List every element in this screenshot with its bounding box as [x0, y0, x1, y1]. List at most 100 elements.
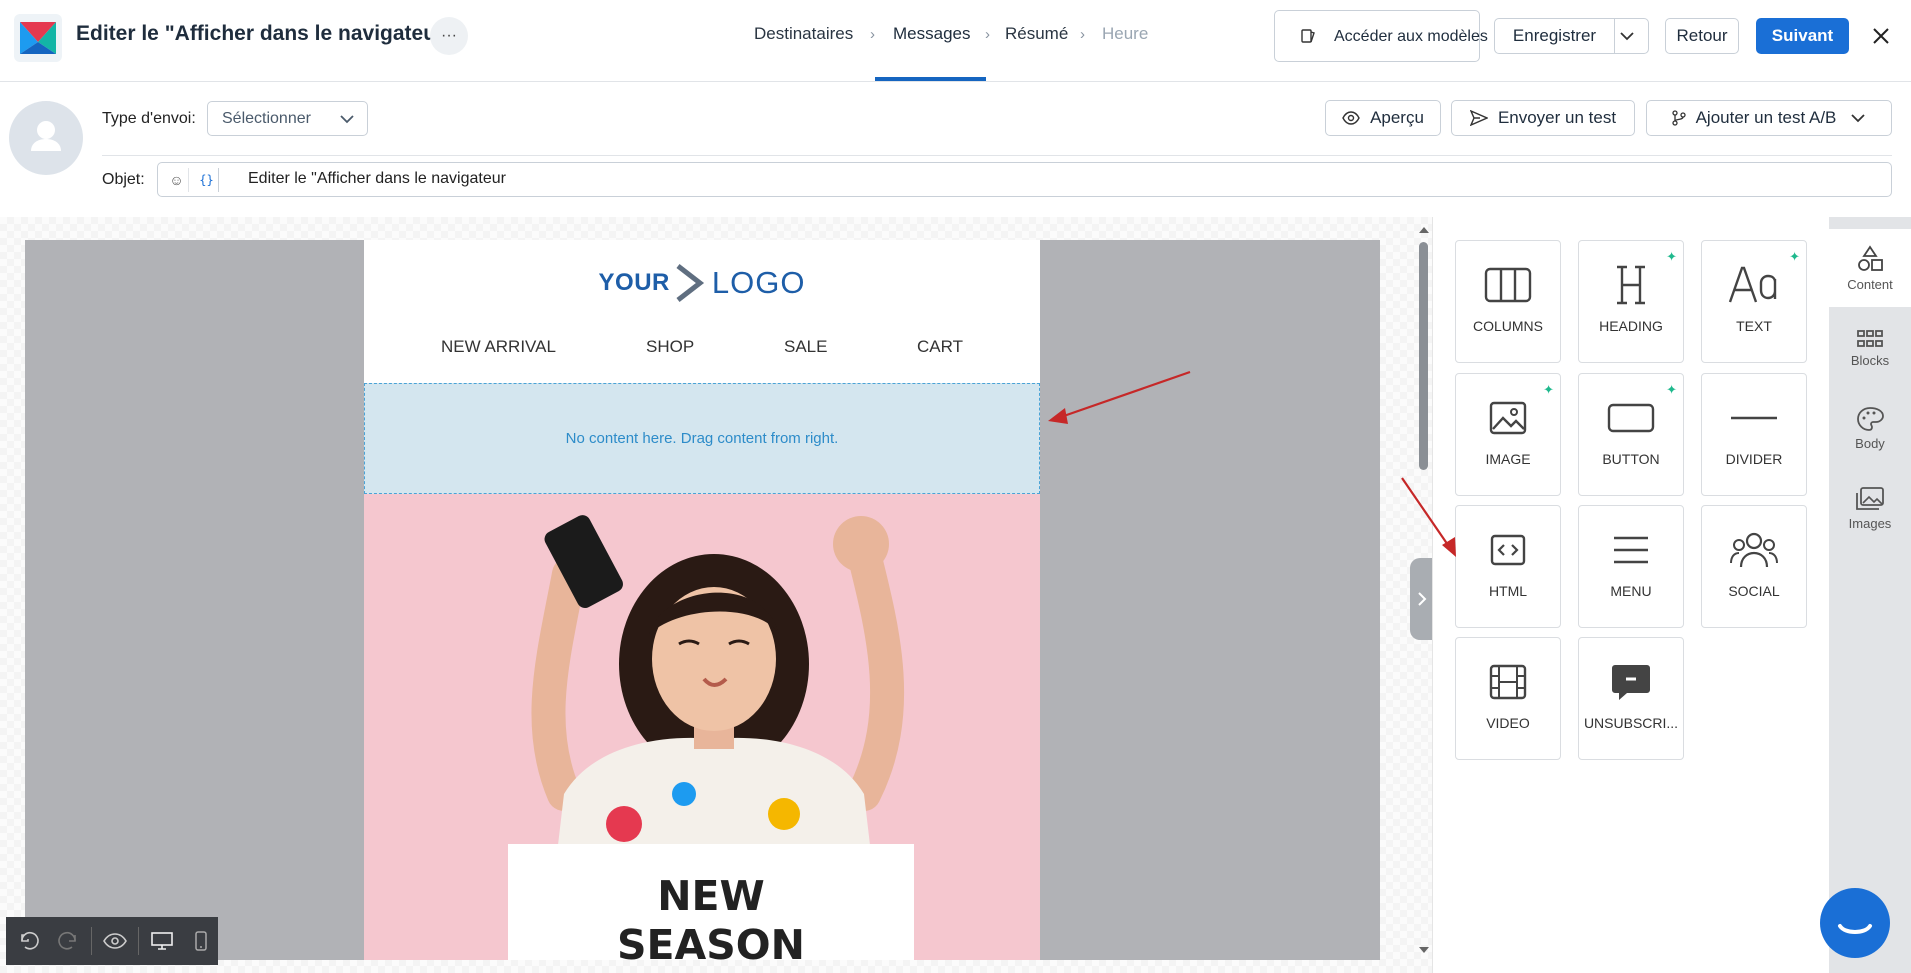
- tile-video[interactable]: VIDEO: [1455, 637, 1561, 760]
- close-button[interactable]: [1865, 20, 1897, 52]
- tile-html[interactable]: HTML: [1455, 505, 1561, 628]
- email-nav-new-arrival[interactable]: NEW ARRIVAL: [441, 337, 556, 357]
- redo-icon: [58, 931, 77, 950]
- preview-button[interactable]: Aperçu: [1325, 100, 1441, 136]
- html-icon: [1490, 534, 1526, 566]
- empty-drop-zone[interactable]: No content here. Drag content from right…: [364, 383, 1040, 494]
- tile-label: SOCIAL: [1728, 583, 1780, 599]
- canvas-toolbar: [6, 917, 218, 965]
- save-options-button[interactable]: [1614, 18, 1649, 54]
- panel-collapse-toggle[interactable]: [1410, 558, 1434, 640]
- hero-title[interactable]: NEW SEASON: [508, 872, 914, 960]
- branch-icon: [1671, 110, 1686, 126]
- button-icon: [1607, 403, 1655, 433]
- step-recipients[interactable]: Destinataires: [754, 24, 853, 44]
- logo-your-text: YOUR: [598, 269, 670, 296]
- app-logo-icon: [20, 22, 56, 54]
- toolbar-separator: [91, 927, 93, 955]
- step-summary[interactable]: Résumé: [1005, 24, 1068, 44]
- preview-toggle-button[interactable]: [98, 924, 132, 958]
- hero-image[interactable]: NEW SEASON: [364, 494, 1040, 960]
- access-templates-button[interactable]: Accéder aux modèles: [1274, 10, 1488, 62]
- tile-label: DIVIDER: [1725, 451, 1783, 467]
- toolbar-separator: [137, 927, 139, 955]
- chevron-right-icon: ›: [985, 26, 990, 43]
- email-logo[interactable]: YOUR LOGO: [364, 262, 1040, 304]
- tab-content-label: Content: [1847, 276, 1893, 292]
- video-icon: [1489, 664, 1527, 700]
- mobile-view-button[interactable]: [184, 924, 218, 958]
- tile-label: HEADING: [1599, 318, 1663, 334]
- send-type-select[interactable]: Sélectionner: [207, 101, 368, 136]
- scrollbar-thumb[interactable]: [1419, 242, 1428, 470]
- tab-body[interactable]: Body: [1829, 389, 1911, 467]
- next-button[interactable]: Suivant: [1756, 18, 1849, 54]
- step-time[interactable]: Heure: [1102, 24, 1148, 44]
- tile-label: COLUMNS: [1472, 318, 1543, 334]
- email-nav-shop[interactable]: SHOP: [646, 337, 694, 357]
- tile-columns[interactable]: COLUMNS: [1455, 240, 1561, 363]
- tab-images-label: Images: [1848, 515, 1892, 531]
- tab-content[interactable]: Content: [1829, 229, 1911, 307]
- tile-button[interactable]: ✦ BUTTON: [1578, 373, 1684, 496]
- tile-heading[interactable]: ✦ HEADING: [1578, 240, 1684, 363]
- emoji-icon[interactable]: ☺: [165, 168, 189, 192]
- tile-menu[interactable]: MENU: [1578, 505, 1684, 628]
- templates-icon: [1301, 29, 1315, 43]
- social-icon: [1730, 532, 1778, 568]
- redo-button[interactable]: [52, 924, 86, 958]
- tile-unsubscribe[interactable]: UNSUBSCRI...: [1578, 637, 1684, 760]
- tab-blocks-label: Blocks: [1850, 352, 1890, 368]
- variables-icon[interactable]: {}: [195, 168, 219, 192]
- palette-icon: [1857, 406, 1884, 431]
- email-preview: YOUR LOGO NEW ARRIVAL SHOP SALE CART No …: [364, 240, 1040, 960]
- mobile-icon: [195, 931, 207, 951]
- email-nav-cart[interactable]: CART: [917, 337, 963, 357]
- app-logo[interactable]: [14, 14, 62, 62]
- send-icon: [1469, 110, 1488, 126]
- tile-label: VIDEO: [1486, 715, 1530, 731]
- chat-support-button[interactable]: [1820, 888, 1890, 958]
- chevron-down-icon: [340, 115, 354, 124]
- back-button[interactable]: Retour: [1665, 18, 1739, 54]
- tab-blocks[interactable]: Blocks: [1829, 309, 1911, 387]
- undo-button[interactable]: [12, 924, 46, 958]
- subject-label: Objet:: [102, 171, 145, 188]
- add-ab-test-button[interactable]: Ajouter un test A/B: [1646, 100, 1892, 136]
- active-step-indicator: [875, 77, 986, 81]
- subject-field[interactable]: ☺ {} Editer le "Afficher dans le navigat…: [157, 162, 1892, 197]
- tile-label: HTML: [1488, 583, 1528, 599]
- logo-logo-text: LOGO: [711, 265, 806, 300]
- tile-image[interactable]: ✦ IMAGE: [1455, 373, 1561, 496]
- close-icon: [1873, 28, 1889, 44]
- more-options-button[interactable]: ···: [430, 17, 468, 55]
- images-icon: [1856, 486, 1884, 510]
- tile-divider[interactable]: DIVIDER: [1701, 373, 1807, 496]
- save-button[interactable]: Enregistrer: [1494, 18, 1615, 54]
- hero-title-card: NEW SEASON: [508, 844, 914, 960]
- chevron-down-icon: [1851, 114, 1866, 123]
- top-bar: Editer le "Afficher dans le navigateur" …: [0, 0, 1911, 82]
- add-ab-test-label: Ajouter un test A/B: [1695, 108, 1837, 127]
- chat-icon: [1838, 924, 1872, 934]
- desktop-view-button[interactable]: [145, 924, 179, 958]
- tab-images[interactable]: Images: [1829, 469, 1911, 547]
- send-test-button[interactable]: Envoyer un test: [1451, 100, 1635, 136]
- send-test-label: Envoyer un test: [1497, 108, 1617, 127]
- side-tabs: Content Blocks Body Images: [1829, 217, 1911, 973]
- tile-label: UNSUBSCRI...: [1583, 715, 1679, 731]
- tile-social[interactable]: SOCIAL: [1701, 505, 1807, 628]
- divider-icon: [1731, 416, 1777, 420]
- menu-icon: [1614, 536, 1648, 564]
- chevron-right-icon: ›: [870, 26, 875, 43]
- shapes-icon: [1858, 244, 1883, 271]
- columns-icon: [1484, 267, 1532, 303]
- hero-title-line-2: SEASON: [617, 921, 805, 960]
- content-panel: COLUMNS ✦ HEADING ✦ TEXT ✦ IMAGE ✦ BUTTO…: [1432, 217, 1829, 973]
- tile-text[interactable]: ✦ TEXT: [1701, 240, 1807, 363]
- undo-icon: [20, 931, 39, 950]
- chevron-down-icon: [1619, 32, 1634, 41]
- step-messages[interactable]: Messages: [893, 24, 970, 44]
- chevron-right-icon: ›: [1080, 26, 1085, 43]
- email-nav-sale[interactable]: SALE: [784, 337, 827, 357]
